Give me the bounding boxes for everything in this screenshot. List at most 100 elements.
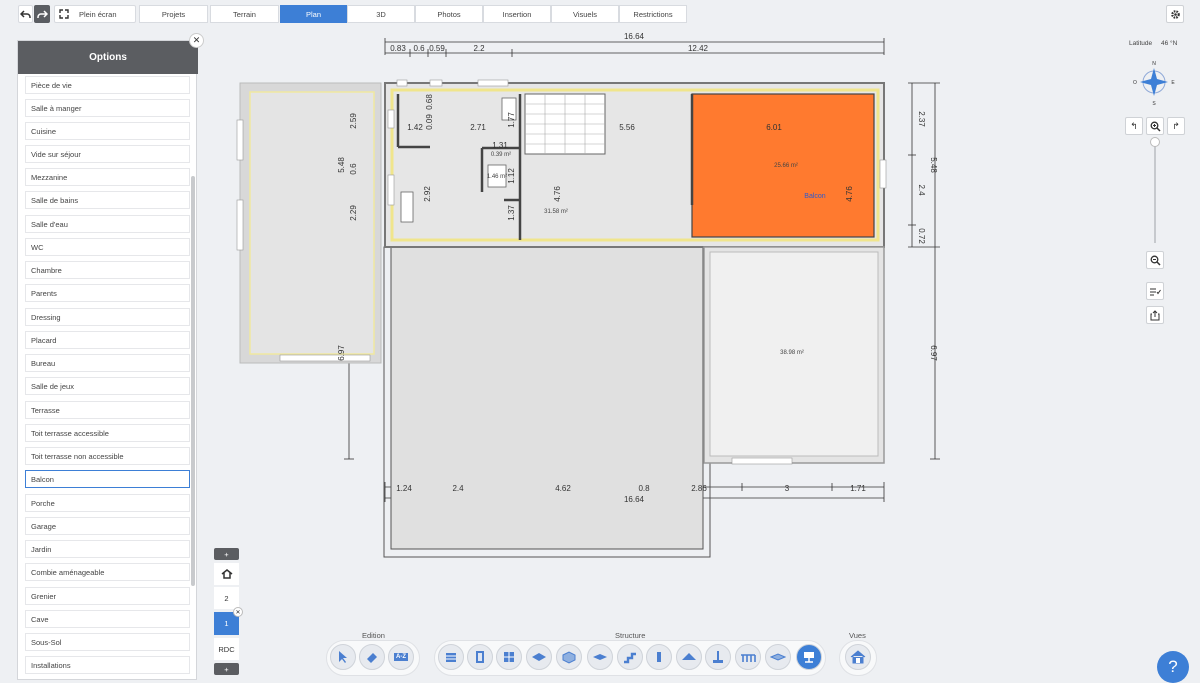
dim-inner: 1.12 (507, 168, 516, 184)
dim-bottom: 0.8 (638, 484, 650, 493)
cursor-icon (339, 651, 347, 663)
zoom-slider-handle[interactable] (1150, 137, 1160, 147)
svg-text:E: E (1171, 80, 1175, 86)
select-tool-button[interactable] (330, 644, 356, 670)
room-icon (562, 651, 576, 664)
eraser-icon (367, 653, 377, 663)
stairs-tool-button[interactable] (617, 644, 643, 670)
group-label-structure: Structure (615, 631, 646, 640)
dim-top: 0.83 (390, 44, 406, 53)
dim-inner: 2.71 (470, 123, 486, 132)
compass-icon[interactable]: N S E O (1133, 59, 1175, 107)
roof-tool-button[interactable] (676, 644, 702, 670)
house-view-icon (850, 650, 866, 664)
help-button[interactable]: ? (1157, 651, 1189, 683)
railing-tool-button[interactable] (735, 644, 761, 670)
zoom-out-icon (1150, 255, 1161, 266)
svg-text:O: O (1133, 80, 1137, 86)
plan-view-icon (804, 652, 814, 663)
window-icon (504, 652, 514, 662)
dim-right: 0.72 (917, 228, 926, 244)
dim-right: 5.48 (929, 157, 938, 173)
export-icon (1150, 309, 1160, 320)
dim-bottom: 4.62 (555, 484, 571, 493)
beam-icon (713, 651, 723, 663)
roof-icon (682, 653, 696, 660)
railing-icon (741, 654, 756, 662)
dim-inner: 4.76 (845, 186, 854, 202)
beam-tool-button[interactable] (705, 644, 731, 670)
rotate-right-button[interactable]: ↱ (1167, 117, 1185, 135)
area-label: 31.58 m² (544, 209, 568, 215)
plan-view-tool-button[interactable] (796, 644, 822, 670)
area-label: 0.39 m² (491, 152, 511, 158)
dim-bottom: 1.24 (396, 484, 412, 493)
dim-inner: 1.42 (407, 123, 423, 132)
rotate-right-icon: ↱ (1172, 120, 1180, 131)
room-tool-button[interactable] (556, 644, 582, 670)
eraser-tool-button[interactable] (359, 644, 385, 670)
dim-right: 2.37 (917, 111, 926, 127)
group-label-edition: Edition (362, 631, 385, 640)
floor-tool-button[interactable] (526, 644, 552, 670)
checklist-icon (1150, 288, 1161, 295)
dim-left: 2.29 (349, 205, 358, 221)
window-tool-button[interactable] (496, 644, 522, 670)
terrace-tool-button[interactable] (765, 644, 791, 670)
dim-bottom: 2.4 (452, 484, 464, 493)
layers-checklist-button[interactable] (1146, 282, 1164, 300)
dim-bottom: 2.86 (691, 484, 707, 493)
dim-inner: 1.37 (507, 205, 516, 221)
balcony-label: Balcon (804, 193, 826, 200)
dim-left: 0.6 (349, 163, 358, 175)
area-label: 1.46 m² (487, 174, 507, 180)
dim-inner: 1.77 (507, 112, 516, 128)
rotate-left-button[interactable]: ↰ (1125, 117, 1143, 135)
dim-bottom: 3 (785, 484, 790, 493)
dim-left: 5.48 (337, 157, 346, 173)
area-label: 38.98 m² (780, 350, 804, 356)
dim-inner: 0.09 (425, 114, 434, 130)
latitude-value: 46 (1160, 40, 1169, 47)
area-label: 25.66 m² (774, 163, 798, 169)
dim-top: 0.6 (413, 44, 425, 53)
az-icon: A-Z (394, 653, 408, 661)
slab-icon (593, 654, 607, 660)
rotate-left-icon: ↰ (1130, 120, 1138, 131)
dim-left: 2.59 (349, 113, 358, 129)
latitude-unit: °N (1170, 40, 1178, 47)
stairs-icon (624, 652, 636, 664)
dim-bottom-total: 16.64 (624, 495, 645, 504)
slab-tool-button[interactable] (587, 644, 613, 670)
dim-inner: 0.68 (425, 94, 434, 110)
group-label-vues: Vues (849, 631, 866, 640)
zoom-slider[interactable] (1154, 141, 1156, 243)
export-button[interactable] (1146, 306, 1164, 324)
dim-top-total: 16.64 (624, 32, 645, 41)
terrace-icon (770, 653, 786, 661)
floor-plan[interactable]: 16.64 0.83 0.6 0.59 2.2 12.42 1.24 2.4 4… (0, 0, 1200, 680)
stairs (524, 93, 606, 155)
dim-right: 2.4 (917, 184, 926, 196)
column-tool-button[interactable] (646, 644, 672, 670)
dim-right: 6.97 (929, 345, 938, 361)
column-icon (657, 652, 661, 662)
zoom-in-button[interactable] (1146, 117, 1164, 135)
latitude-label: Latitude 46 °N (1129, 40, 1178, 47)
door-tool-button[interactable] (467, 644, 493, 670)
wall-tool-button[interactable] (438, 644, 464, 670)
dim-bottom: 1.71 (850, 484, 866, 493)
dim-inner: 4.76 (553, 186, 562, 202)
question-icon: ? (1168, 657, 1178, 676)
house-view-button[interactable] (845, 644, 871, 670)
svg-text:N: N (1152, 61, 1156, 67)
zoom-out-button[interactable] (1146, 251, 1164, 269)
label-tool-button[interactable]: A-Z (388, 644, 414, 670)
dim-inner: 1.31 (492, 141, 508, 150)
floor-icon (532, 653, 546, 661)
dim-inner: 2.92 (423, 186, 432, 202)
dim-top: 2.2 (473, 44, 485, 53)
dim-top: 12.42 (688, 44, 709, 53)
dim-inner: 6.01 (766, 123, 782, 132)
zoom-in-icon (1150, 121, 1161, 132)
